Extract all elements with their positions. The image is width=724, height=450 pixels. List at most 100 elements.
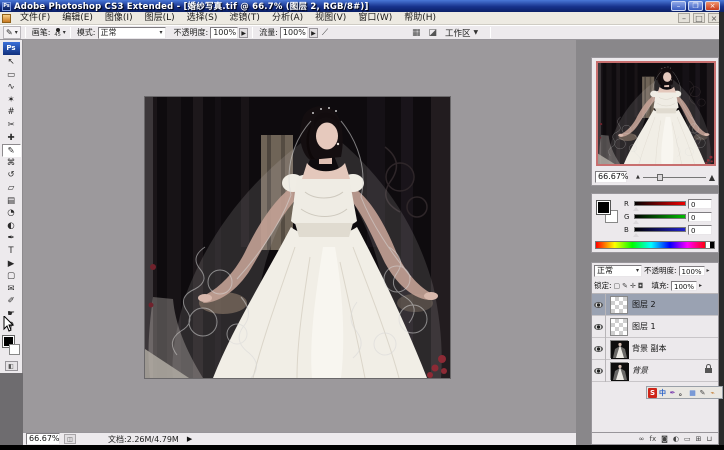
opacity-input[interactable]: 100% [210,26,239,39]
channel-slider[interactable] [633,201,686,211]
slider-thumb-icon[interactable] [633,207,639,211]
brush-preview[interactable]: 45 [52,28,62,38]
quick-mask-button[interactable]: ◧ [4,361,18,372]
navigator-zoom-slider[interactable] [642,173,706,181]
visibility-toggle[interactable] [592,337,606,360]
channel-value-input[interactable]: 0 [688,198,712,209]
doc-minimize-button[interactable]: – [678,13,690,23]
type-tool[interactable]: T [2,245,21,258]
menu-analysis[interactable]: 分析(A) [266,12,309,24]
visibility-toggle[interactable] [592,359,606,382]
menu-window[interactable]: 窗口(W) [352,12,398,24]
bw-swatches[interactable] [705,241,715,249]
opacity-arrow-icon[interactable]: ▸ [707,267,710,274]
layer-row[interactable]: 图层 2 [592,293,718,316]
menu-filter[interactable]: 滤镜(T) [223,12,266,24]
status-menu-button[interactable]: ◫ [64,434,76,444]
menu-image[interactable]: 图像(I) [99,12,139,24]
magic-wand-tool[interactable]: ✶ [2,94,21,107]
blend-mode-select[interactable]: 正常 ▾ [97,26,166,39]
foreground-color-swatch[interactable] [596,200,611,215]
lock-paint-icon[interactable]: ✎ [622,282,628,290]
doc-restore-button[interactable]: □ [693,13,705,23]
soft-keyboard-icon[interactable]: ▦ [688,388,697,398]
navigator-zoom-input[interactable]: 66.67% [595,171,629,183]
path-selection-tool[interactable]: ▶ [2,258,21,271]
channel-slider[interactable] [633,227,686,237]
clone-stamp-tool[interactable]: ⌘ [2,157,21,170]
visibility-toggle[interactable] [592,315,606,338]
blur-tool[interactable]: ◔ [2,207,21,220]
new-group-icon[interactable]: ▭ [684,435,691,443]
flow-input[interactable]: 100% [279,26,308,39]
layer-row[interactable]: 背景 [592,359,718,382]
lock-move-icon[interactable]: ✛ [630,282,636,290]
new-layer-icon[interactable]: ⊞ [696,435,702,443]
flow-slider-button[interactable]: ▶ [308,27,318,38]
layer-opacity-input[interactable]: 100% [678,265,705,276]
fill-arrow-icon[interactable]: ▸ [699,282,702,289]
eraser-tool[interactable]: ▱ [2,182,21,195]
sogou-logo-icon[interactable]: S [648,387,657,398]
pen-tool[interactable]: ✒ [2,232,21,245]
wrench-icon[interactable]: ⌁ [708,388,717,398]
marquee-tool[interactable]: ▭ [2,69,21,82]
channel-value-input[interactable]: 0 [688,224,712,235]
restore-button[interactable]: ❐ [688,1,703,11]
layer-style-icon[interactable]: fx [650,435,657,443]
minimize-button[interactable]: – [671,1,686,11]
lasso-tool[interactable]: ∿ [2,81,21,94]
brush-picker-caret-icon[interactable]: ▾ [63,29,66,36]
adjustment-layer-icon[interactable]: ◐ [673,435,679,443]
bridge-icon[interactable]: ◪ [429,28,438,38]
slider-thumb[interactable] [656,173,663,181]
move-tool[interactable]: ↖ [2,56,21,69]
zoom-input[interactable]: 66.67% [26,433,60,445]
layer-row[interactable]: 图层 1 [592,315,718,338]
slice-tool[interactable]: ✂ [2,119,21,132]
layer-thumbnail[interactable] [610,361,628,380]
notes-tool[interactable]: ✉ [2,283,21,296]
tool-preset-picker[interactable]: ✎ ▾ [3,26,21,39]
layer-thumbnail[interactable] [610,295,628,314]
canvas-area[interactable] [23,40,576,432]
layer-blend-mode-select[interactable]: 正常 ▾ [594,264,642,277]
color-spectrum-ramp[interactable] [595,241,707,249]
status-arrow-button[interactable]: ▶ [187,435,192,443]
layer-mask-icon[interactable]: ◙ [661,435,668,443]
opacity-slider-button[interactable]: ▶ [239,27,249,38]
slider-thumb-icon[interactable] [633,220,639,224]
crop-tool[interactable]: # [2,106,21,119]
shape-tool[interactable]: ▢ [2,270,21,283]
punctuation-icon[interactable]: 。 [678,388,687,398]
menu-view[interactable]: 视图(V) [309,12,352,24]
menu-edit[interactable]: 编辑(E) [56,12,99,24]
menu-help[interactable]: 帮助(H) [398,12,442,24]
workspace-button[interactable]: 工作区 ▼ [445,27,478,39]
zoom-out-icon[interactable]: ▲ [636,174,640,180]
dodge-tool[interactable]: ◐ [2,220,21,233]
airbrush-icon[interactable]: ⟋ [322,28,328,38]
layer-thumbnail[interactable] [610,339,628,358]
layer-fill-input[interactable]: 100% [670,280,697,291]
eyedropper-tool[interactable]: ✐ [2,295,21,308]
history-brush-tool[interactable]: ↺ [2,169,21,182]
gradient-tool[interactable]: ▤ [2,195,21,208]
visibility-toggle[interactable] [592,293,606,316]
lock-all-icon[interactable]: ◘ [638,282,644,290]
chinese-mode-icon[interactable]: 中 [658,388,667,398]
toggle-palettes-icon[interactable]: ▦ [412,28,421,38]
brush-icon[interactable]: ✒ [668,388,677,398]
channel-value-input[interactable]: 0 [688,211,712,222]
healing-brush-tool[interactable]: ✚ [2,132,21,145]
lock-transparency-icon[interactable]: ▢ [614,282,621,290]
slider-thumb-icon[interactable] [633,233,639,237]
zoom-in-icon[interactable]: ▲ [709,173,715,182]
channel-slider[interactable] [633,214,686,224]
background-color-swatch[interactable] [9,344,20,356]
layer-thumbnail[interactable] [610,317,628,336]
link-layers-icon[interactable]: ∞ [639,435,645,443]
layer-row[interactable]: 背景 副本 [592,337,718,360]
menu-file[interactable]: 文件(F) [14,12,56,24]
delete-layer-icon[interactable]: ⊔ [707,435,712,443]
